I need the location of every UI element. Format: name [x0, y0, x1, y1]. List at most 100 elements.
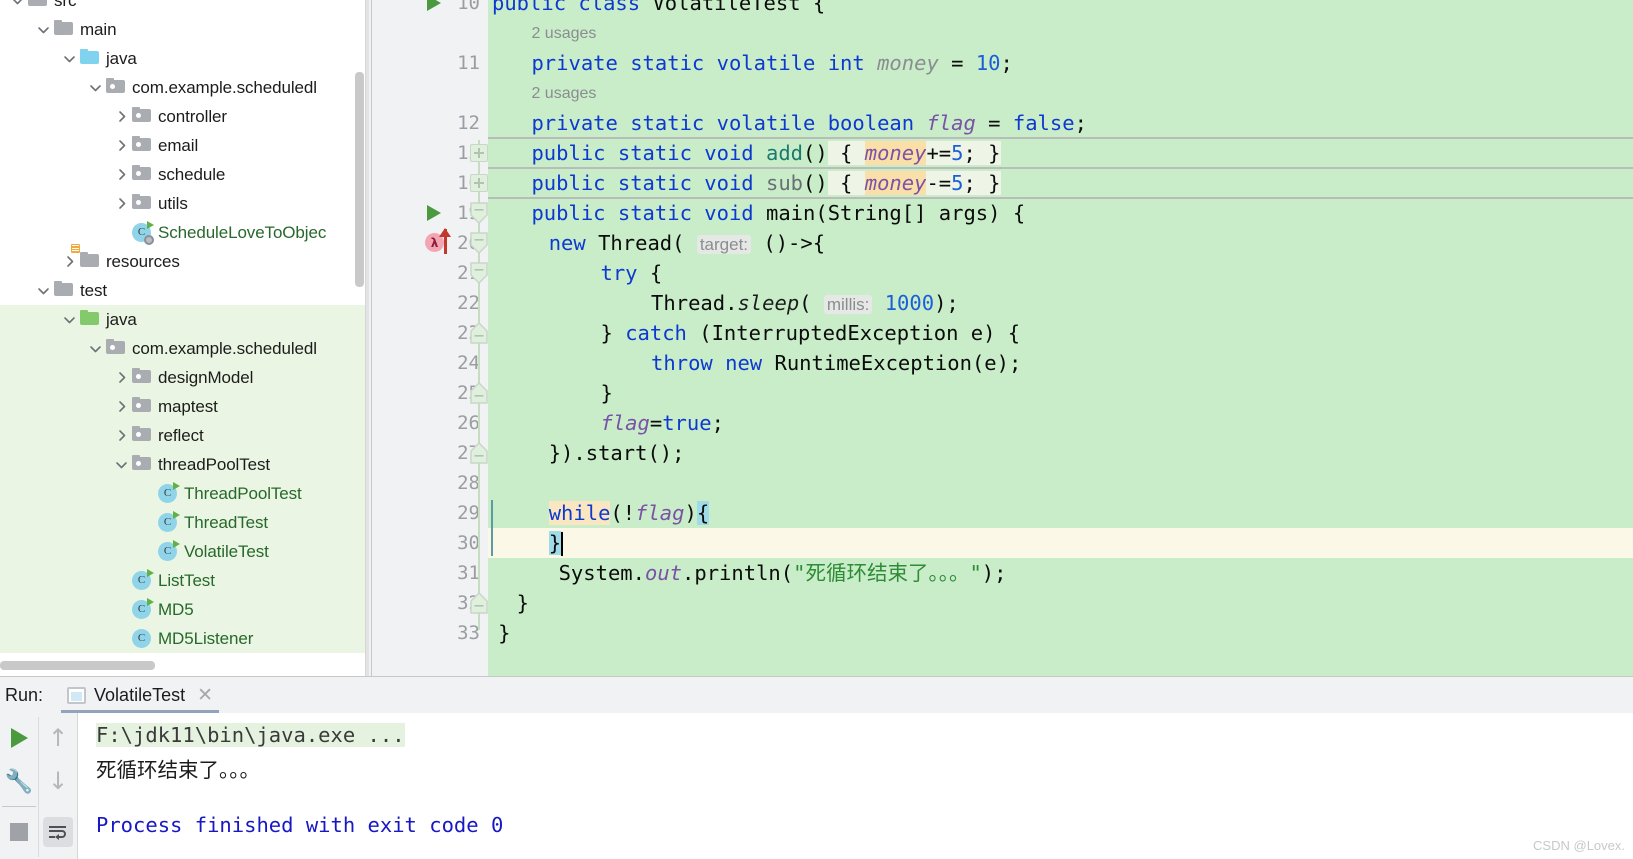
line-number-33: 33	[457, 622, 480, 644]
chevron-down-icon[interactable]	[114, 457, 129, 472]
code-layer[interactable]: public class VolatileTest { 2 usages priva…	[366, 0, 1633, 676]
gutter-markers[interactable]: 10 11 12 13 16 19 20 21 22 23 24 25 26 27 28 29 30 31 32 33…	[366, 0, 488, 676]
tree-item-label: threadPoolTest	[158, 454, 271, 474]
tree-item-threadtest[interactable]: C ThreadTest	[0, 508, 366, 537]
code-line-22[interactable]: Thread.sleep( millis: 1000);	[651, 288, 959, 320]
stop-button[interactable]	[0, 809, 38, 855]
tree-item-volatiletest[interactable]: C VolatileTest	[0, 537, 366, 566]
tree-item-test[interactable]: test	[0, 276, 366, 305]
editor-area[interactable]: public class VolatileTest { 2 usages priva…	[366, 0, 1633, 676]
chevron-right-icon[interactable]	[114, 109, 129, 124]
close-icon[interactable]: ✕	[197, 684, 213, 707]
run-tab-volatiletest[interactable]: VolatileTest ✕	[61, 677, 220, 713]
chevron-right-icon[interactable]	[114, 167, 129, 182]
caret-line-highlight	[488, 528, 1633, 558]
tree-item-threadpooltest[interactable]: C ThreadPoolTest	[0, 479, 366, 508]
chevron-down-icon[interactable]	[88, 341, 103, 356]
code-line-23[interactable]: } catch (InterruptedException e) {	[601, 318, 1021, 348]
code-line-12[interactable]: private static volatile boolean flag = f…	[531, 108, 1086, 138]
code-line-20[interactable]: new Thread( target: ()->{	[549, 228, 825, 260]
scroll-up-button[interactable]: ↑	[39, 715, 77, 761]
run-toolbar[interactable]: 🔧 ↑ ↓	[0, 713, 76, 859]
code-line-31[interactable]: System.out.println("死循环结束了。。。");	[559, 558, 1007, 588]
usages-hint-flag: 2 usages	[531, 85, 597, 102]
project-tree-vertical-scrollbar[interactable]	[355, 72, 364, 287]
code-line-10[interactable]: public class VolatileTest {	[492, 0, 825, 18]
tree-item-controller[interactable]: controller	[0, 102, 366, 131]
chevron-down-icon[interactable]	[88, 80, 103, 95]
tree-item-email[interactable]: email	[0, 131, 366, 160]
tree-item-designmodel[interactable]: designModel	[0, 363, 366, 392]
chevron-right-icon[interactable]	[114, 370, 129, 385]
tree-item-main[interactable]: main	[0, 15, 366, 44]
soft-wrap-button[interactable]	[39, 809, 77, 855]
run-tool-window[interactable]: Run: VolatileTest ✕ 🔧 ↑ ↓ F:\jdk11\bin\j…	[0, 676, 1633, 859]
project-tool-window[interactable]: src main java com.example.scheduledl control…	[0, 0, 366, 676]
chevron-right-icon[interactable]	[114, 138, 129, 153]
tree-item-label: reflect	[158, 425, 204, 445]
settings-button[interactable]: 🔧	[0, 758, 38, 804]
tree-item-com-example-scheduledl[interactable]: com.example.scheduledl	[0, 73, 366, 102]
code-line-29[interactable]: while(!flag){	[548, 498, 710, 528]
chevron-down-icon[interactable]	[36, 22, 51, 37]
chevron-down-icon[interactable]	[10, 0, 25, 8]
chevron-right-icon[interactable]	[62, 254, 77, 269]
code-line-11[interactable]: private static volatile int money = 10;	[531, 48, 1012, 78]
code-line-26[interactable]: flag=true;	[601, 408, 724, 438]
code-line-28[interactable]	[549, 468, 561, 498]
tree-item-label: ListTest	[158, 570, 215, 590]
folder-package-icon	[132, 164, 152, 185]
line-number-31: 31	[457, 562, 480, 584]
chevron-down-icon[interactable]	[62, 51, 77, 66]
chevron-right-icon[interactable]	[114, 196, 129, 211]
code-line-19[interactable]: public static void main(String[] args) {	[531, 198, 1025, 228]
code-line-33[interactable]: }	[498, 618, 510, 648]
chevron-right-icon[interactable]	[114, 399, 129, 414]
code-line-32[interactable]: }	[517, 588, 529, 618]
code-line-16[interactable]: public static void sub() { money-=5; }	[531, 168, 1001, 198]
tree-item-com-example-scheduledl[interactable]: com.example.scheduledl	[0, 334, 366, 363]
code-line-30[interactable]: }	[548, 528, 562, 558]
code-line-13[interactable]: public static void add() { money+=5; }	[531, 138, 1001, 168]
tree-item-java[interactable]: java	[0, 305, 366, 334]
folder-green-icon	[80, 309, 100, 330]
lambda-gutter-icon[interactable]: λ	[425, 228, 461, 257]
line-number-26: 26	[457, 412, 480, 434]
chevron-right-icon[interactable]	[114, 428, 129, 443]
tree-item-java[interactable]: java	[0, 44, 366, 73]
line-number-19: 19	[457, 202, 480, 224]
usages-hint-money: 2 usages	[531, 25, 597, 42]
code-line-27[interactable]: }).start();	[549, 438, 685, 468]
run-gutter-icon[interactable]	[427, 205, 441, 221]
run-gutter-icon[interactable]	[427, 0, 441, 11]
scroll-down-button[interactable]: ↓	[39, 758, 77, 804]
tree-item-label: MD5	[158, 599, 194, 619]
code-line-21[interactable]: try {	[601, 258, 663, 288]
project-tree-horizontal-scrollbar[interactable]	[0, 661, 155, 670]
tree-item-schedule[interactable]: schedule	[0, 160, 366, 189]
code-line-24[interactable]: throw new RuntimeException(e);	[651, 348, 1021, 378]
folder-package-icon	[132, 135, 152, 156]
tree-item-utils[interactable]: utils	[0, 189, 366, 218]
rerun-button[interactable]	[0, 715, 38, 761]
tree-item-schedulelovetoobjec[interactable]: C ScheduleLoveToObjec	[0, 218, 366, 247]
run-toolbar-column-right: ↑ ↓	[39, 713, 77, 859]
line-number-21: 21	[457, 262, 480, 284]
line-number-25: 25	[457, 382, 480, 404]
tree-item-md5[interactable]: C MD5	[0, 595, 366, 624]
tree-item-listtest[interactable]: C ListTest	[0, 566, 366, 595]
code-line-25[interactable]: }	[601, 378, 613, 408]
run-console-output[interactable]: F:\jdk11\bin\java.exe ... 死循环结束了。。。 Proc…	[77, 713, 1633, 859]
tree-item-maptest[interactable]: maptest	[0, 392, 366, 421]
tree-item-md5listener[interactable]: C MD5Listener	[0, 624, 366, 653]
tree-item-src[interactable]: src	[0, 0, 366, 15]
tree-item-label: ThreadPoolTest	[184, 483, 302, 503]
chevron-down-icon[interactable]	[62, 312, 77, 327]
watermark: CSDN @Lovex.	[1533, 838, 1625, 853]
tree-item-threadpooltest[interactable]: threadPoolTest	[0, 450, 366, 479]
chevron-down-icon[interactable]	[36, 283, 51, 298]
tree-item-reflect[interactable]: reflect	[0, 421, 366, 450]
tree-item-resources[interactable]: resources	[0, 243, 366, 276]
